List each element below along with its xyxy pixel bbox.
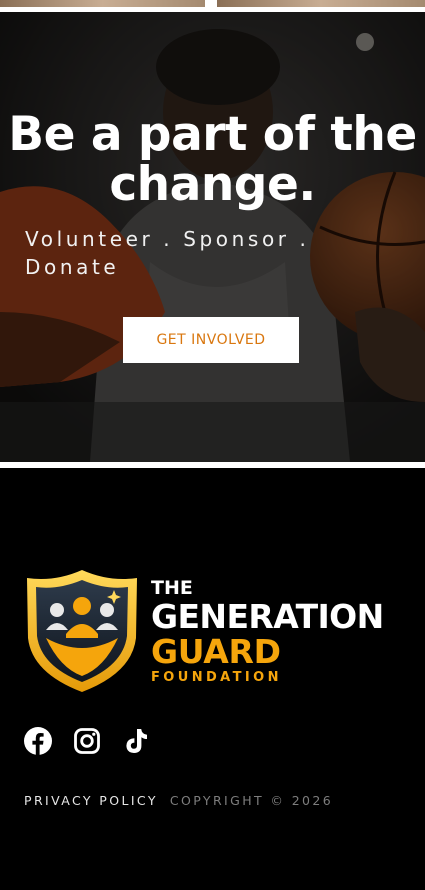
logo-wordmark: THE GENERATION GUARD FOUNDATION — [151, 578, 384, 686]
hero-title-line: change. — [109, 157, 316, 212]
get-involved-button[interactable]: GET INVOLVED — [123, 317, 299, 363]
hero-subtitle-line: Volunteer . Sponsor . — [25, 227, 310, 251]
hero-title: Be a part of the change. — [0, 110, 425, 210]
logo-line-the: THE — [151, 577, 193, 599]
instagram-icon[interactable] — [73, 727, 101, 755]
hero-subtitle: Volunteer . Sponsor . Donate — [25, 225, 325, 281]
logo-line-guard: GUARD — [151, 632, 281, 671]
image-tile — [0, 0, 205, 7]
shield-logo-icon — [27, 570, 137, 692]
footer-links: PRIVACY POLICY COPYRIGHT © 2026 — [24, 793, 333, 808]
foundation-logo[interactable]: THE GENERATION GUARD FOUNDATION — [24, 568, 404, 694]
privacy-policy-link[interactable]: PRIVACY POLICY — [24, 793, 158, 808]
social-links — [24, 726, 171, 756]
footer: THE GENERATION GUARD FOUNDATION PRIVACY … — [0, 468, 425, 890]
hero-title-line: Be a part of the — [8, 107, 417, 162]
image-tile — [217, 0, 425, 7]
facebook-icon[interactable] — [24, 727, 52, 755]
hero-section: Be a part of the change. Volunteer . Spo… — [0, 12, 425, 462]
previous-section-edge — [0, 0, 425, 12]
hero-subtitle-line: Donate — [25, 255, 120, 279]
logo-line-generation: GENERATION — [151, 597, 384, 636]
logo-line-foundation: FOUNDATION — [151, 670, 282, 685]
copyright-text: COPYRIGHT © 2026 — [169, 793, 334, 808]
tiktok-icon[interactable] — [122, 727, 150, 755]
